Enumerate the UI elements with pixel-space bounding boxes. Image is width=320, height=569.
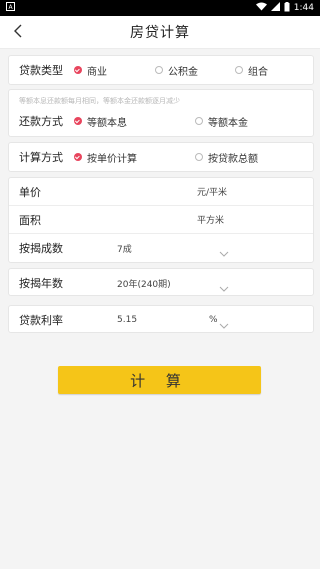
svg-text:A: A [8,4,13,11]
app-bar: 房贷计算 [0,16,320,49]
calc-by-total-option[interactable]: 按贷款总额 [195,150,258,165]
option-label: 组合 [248,66,268,78]
years-row[interactable]: 按揭年数 20年(240期) [9,269,313,297]
page-title: 房贷计算 [130,25,190,41]
a-icon: A [6,2,15,14]
status-time: 1:44 [293,3,314,13]
option-label: 等额本息 [87,117,127,129]
loan-type-fund-option[interactable]: 公积金 [155,63,198,78]
repay-card: 等额本息还款额每月相同，等额本金还款额逐月减少 还款方式 等额本息 等额本金 [8,89,314,137]
option-label: 商业 [87,66,107,78]
chevron-down-icon [219,243,229,262]
option-label: 公积金 [168,66,198,78]
repay-equal-installment-option[interactable]: 等额本息 [74,114,127,129]
unit-price-row[interactable]: 单价 元/平米 [9,178,313,206]
repay-equal-principal-option[interactable]: 等额本金 [195,114,248,129]
chevron-left-icon [13,23,23,42]
calc-method-label: 计算方式 [19,151,63,164]
mortgage-ratio-row[interactable]: 按揭成数 7成 [9,234,313,262]
chevron-down-icon [219,278,229,297]
loan-type-card: 贷款类型 商业 公积金 组合 [8,55,314,85]
area-unit: 平方米 [197,216,225,226]
radio-checked-icon [74,153,82,161]
radio-unchecked-icon [235,66,243,74]
back-button[interactable] [6,20,30,44]
rate-unit: % [209,315,218,325]
mortgage-ratio-label: 按揭成数 [19,242,63,255]
radio-checked-icon [74,117,82,125]
rate-card: 贷款利率 5.15 % [8,305,314,333]
unit-price-label: 单价 [19,185,41,199]
calc-by-unit-price-option[interactable]: 按单价计算 [74,150,137,165]
option-label: 按贷款总额 [208,153,258,165]
radio-unchecked-icon [155,66,163,74]
option-label: 等额本金 [208,117,248,129]
rate-row[interactable]: 贷款利率 5.15 % [9,306,313,334]
calculate-button[interactable]: 计 算 [58,366,261,394]
signal-icon [270,2,280,14]
years-label: 按揭年数 [19,277,63,290]
repay-hint: 等额本息还款额每月相同，等额本金还款额逐月减少 [19,97,180,105]
radio-unchecked-icon [195,117,203,125]
fields-card: 单价 元/平米 面积 平方米 按揭成数 7成 [8,177,314,263]
radio-unchecked-icon [195,153,203,161]
loan-type-label: 贷款类型 [19,64,63,77]
loan-type-combined-option[interactable]: 组合 [235,63,268,78]
years-card: 按揭年数 20年(240期) [8,268,314,296]
loan-type-commercial-option[interactable]: 商业 [74,63,107,78]
rate-label: 贷款利率 [19,314,63,327]
mortgage-ratio-value: 7成 [117,244,132,255]
battery-icon [284,1,290,15]
chevron-down-icon[interactable] [219,315,229,334]
area-row[interactable]: 面积 平方米 [9,206,313,234]
repay-label: 还款方式 [19,115,63,128]
unit-price-unit: 元/平米 [197,188,228,198]
rate-value[interactable]: 5.15 [117,315,137,325]
radio-checked-icon [74,66,82,74]
wifi-icon [255,2,267,14]
option-label: 按单价计算 [87,153,137,165]
years-value: 20年(240期) [117,279,171,290]
area-label: 面积 [19,213,41,227]
status-bar: A 1:44 [0,0,320,16]
calc-method-card: 计算方式 按单价计算 按贷款总额 [8,142,314,172]
